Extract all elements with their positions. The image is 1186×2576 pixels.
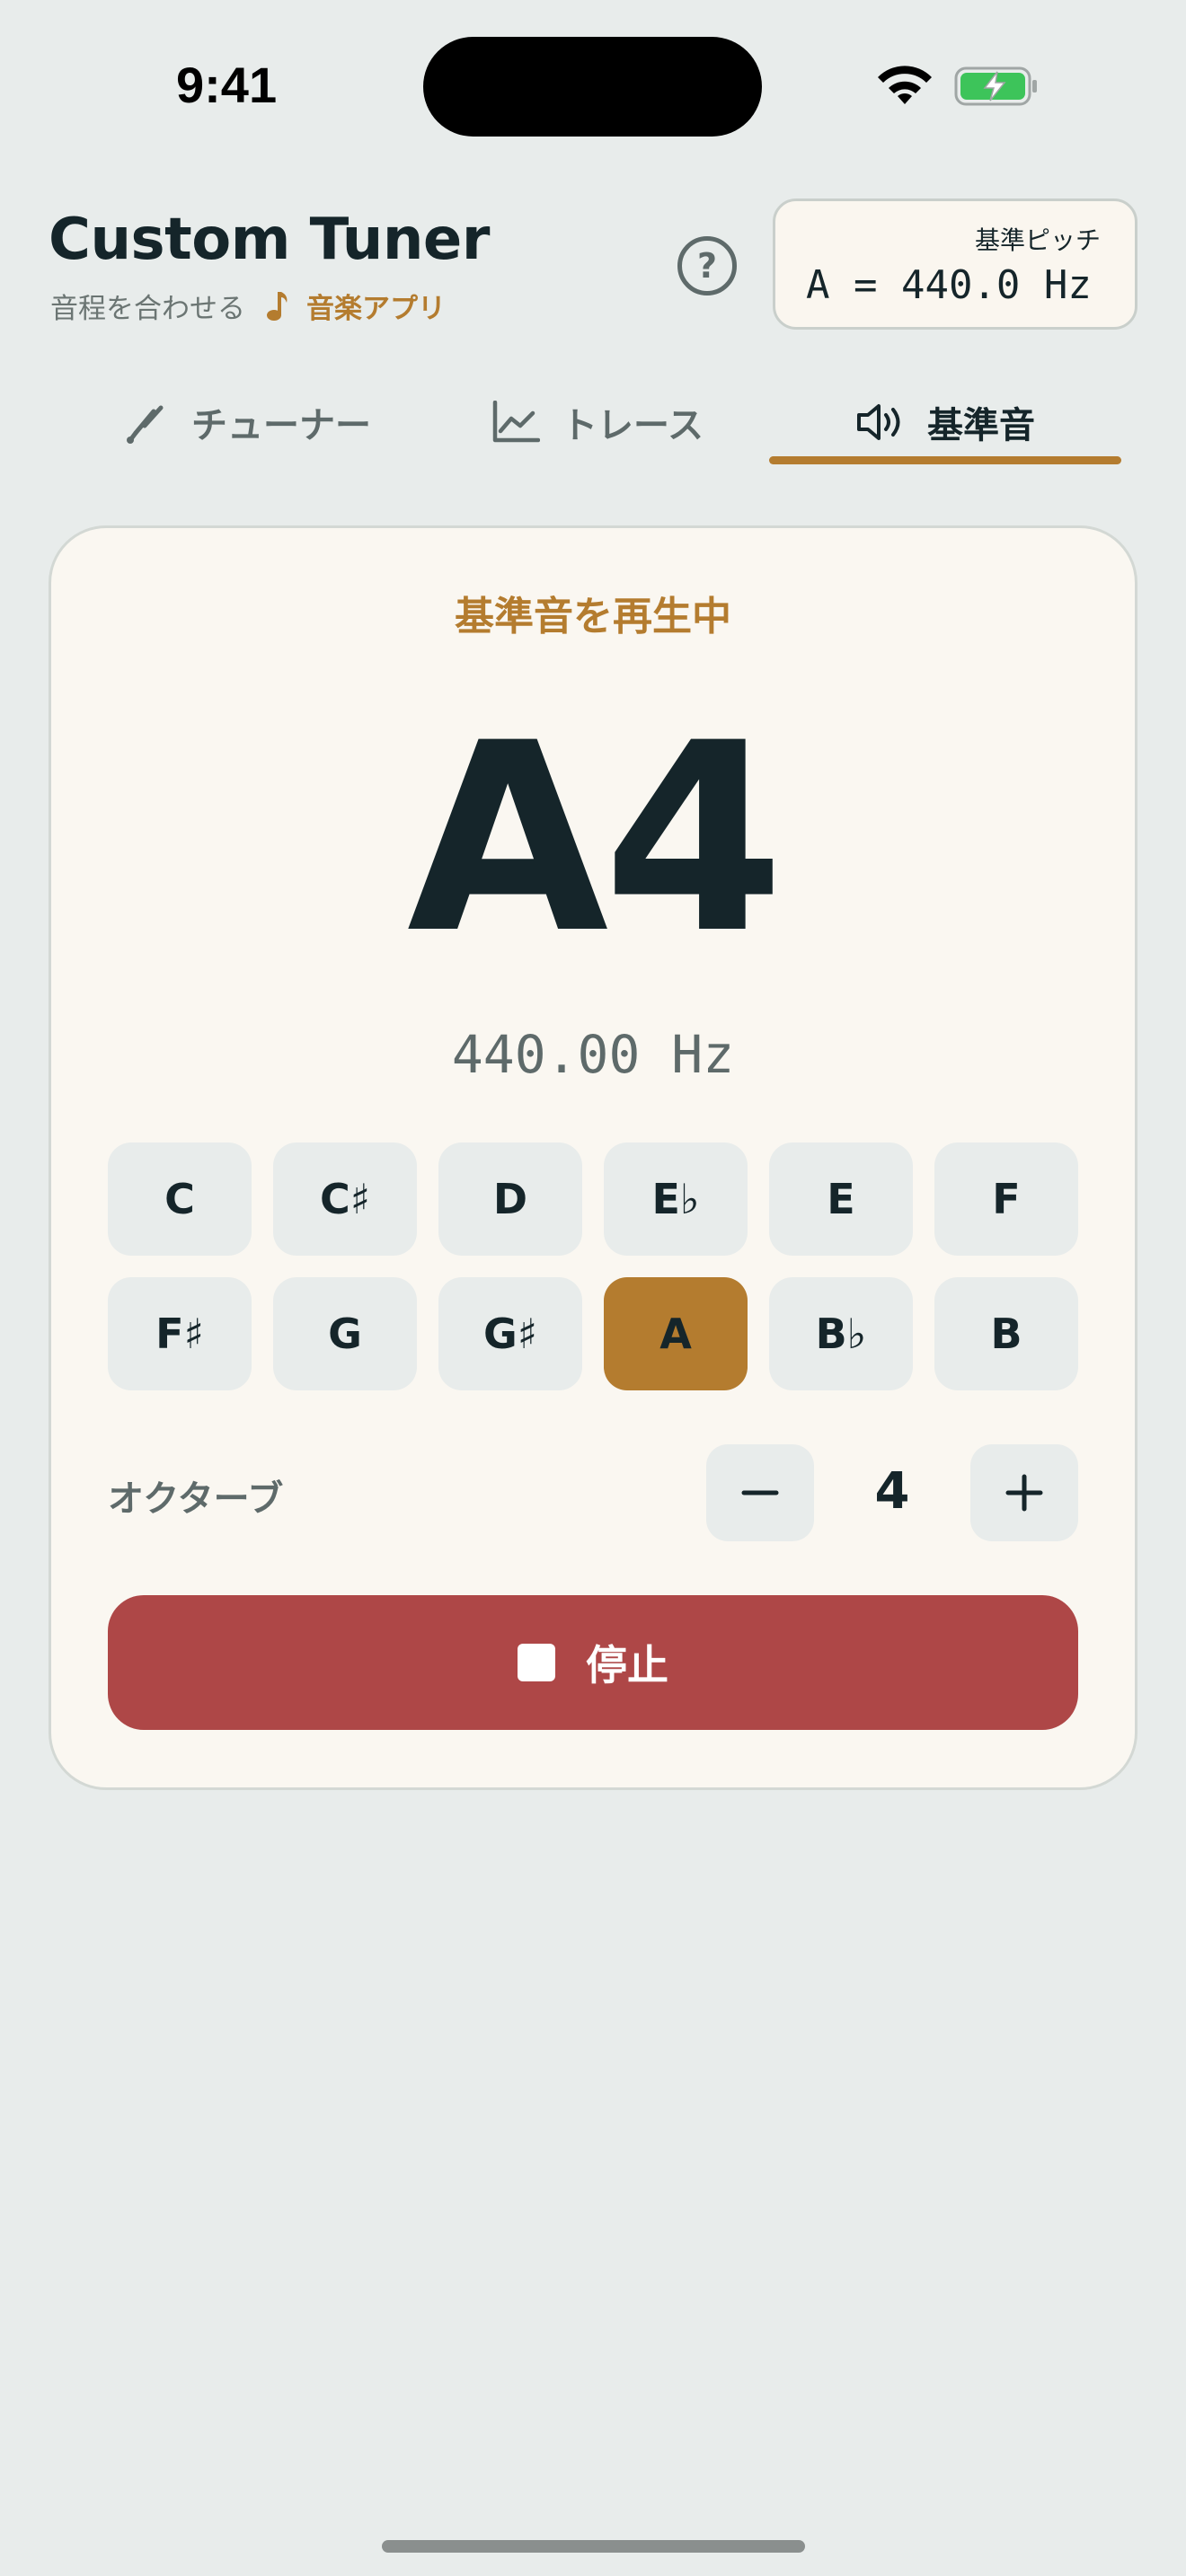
wifi-icon xyxy=(878,66,932,104)
note-button-a[interactable]: A xyxy=(604,1277,748,1390)
note-button-d[interactable]: D xyxy=(438,1142,582,1256)
current-frequency: 440.00 Hz xyxy=(451,1024,735,1085)
tab-reference[interactable]: 基準音 xyxy=(769,377,1121,467)
app-subtitle: 音程を合わせる 音楽アプリ xyxy=(50,286,446,326)
note-button-f[interactable]: F xyxy=(934,1142,1078,1256)
reference-pitch-label: 基準ピッチ xyxy=(974,225,1101,255)
battery-charging-icon xyxy=(954,66,1037,106)
reference-pitch-value: A = 440.0 Hz xyxy=(806,262,1092,308)
note-selector: C C♯ D E♭ E F F♯ G G♯ A B♭ B xyxy=(108,1142,1078,1390)
note-button-e[interactable]: E xyxy=(769,1142,913,1256)
current-note: A4 xyxy=(406,688,784,991)
octave-value: 4 xyxy=(874,1462,910,1521)
dynamic-island xyxy=(423,37,762,137)
status-time: 9:41 xyxy=(176,57,278,113)
speaker-icon xyxy=(857,404,900,440)
note-button-b-flat[interactable]: B♭ xyxy=(769,1277,913,1390)
tab-trace-label: トレース xyxy=(562,405,704,446)
stop-icon xyxy=(518,1644,555,1681)
question-mark-icon: ? xyxy=(696,246,718,286)
stop-button-label: 停止 xyxy=(586,1641,668,1689)
stop-button[interactable]: 停止 xyxy=(108,1595,1078,1730)
tab-active-indicator xyxy=(769,456,1121,464)
note-button-c[interactable]: C xyxy=(108,1142,252,1256)
minus-icon xyxy=(741,1490,779,1495)
octave-increase-button[interactable] xyxy=(970,1444,1078,1541)
octave-label: オクターブ xyxy=(108,1478,284,1520)
note-button-c-sharp[interactable]: C♯ xyxy=(273,1142,417,1256)
music-note-icon xyxy=(267,291,288,321)
note-button-e-flat[interactable]: E♭ xyxy=(604,1142,748,1256)
octave-decrease-button[interactable] xyxy=(706,1444,814,1541)
tuning-fork-icon xyxy=(127,405,164,444)
tab-tuner[interactable]: チューナー xyxy=(99,377,395,467)
home-indicator[interactable] xyxy=(382,2540,805,2553)
tab-trace[interactable]: トレース xyxy=(476,377,719,467)
tab-tuner-label: チューナー xyxy=(191,405,371,446)
note-button-f-sharp[interactable]: F♯ xyxy=(108,1277,252,1390)
reference-pitch-box[interactable]: 基準ピッチ A = 440.0 Hz xyxy=(773,198,1137,330)
note-button-b[interactable]: B xyxy=(934,1277,1078,1390)
note-button-g-sharp[interactable]: G♯ xyxy=(438,1277,582,1390)
tab-reference-label: 基準音 xyxy=(927,405,1035,446)
subtitle-text: 音程を合わせる xyxy=(50,293,245,325)
app-title: Custom Tuner xyxy=(49,207,490,273)
line-chart-icon xyxy=(492,401,540,443)
plus-icon xyxy=(1005,1474,1043,1512)
note-button-g[interactable]: G xyxy=(273,1277,417,1390)
playing-status: 基準音を再生中 xyxy=(455,594,731,640)
help-button[interactable]: ? xyxy=(677,236,737,296)
app-category: 音楽アプリ xyxy=(306,293,446,325)
